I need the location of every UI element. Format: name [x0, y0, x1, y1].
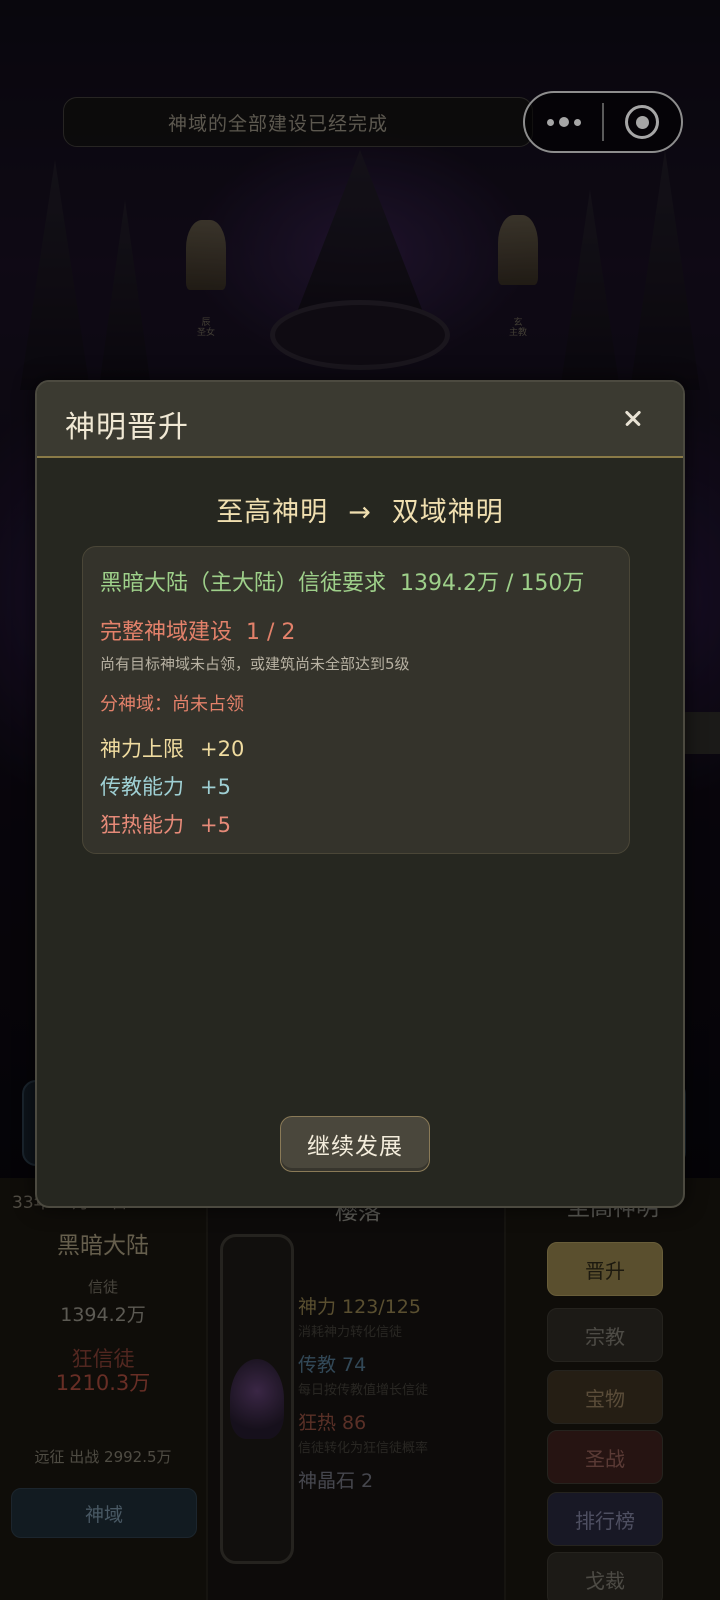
ascension-modal: 神明晋升 至高神明 → 双域神明 黑暗大陆（主大陆）信徒要求 1394.2万 / 15… [35, 380, 685, 1208]
reward-preach: 传教能力 +5 [100, 771, 231, 801]
sub-domain-status: 分神域：尚未占领 [100, 694, 244, 715]
believers-requirement: 黑暗大陆（主大陆）信徒要求 1394.2万 / 150万 [100, 565, 584, 597]
domain-requirement-value: 1 / 2 [246, 620, 296, 645]
close-icon[interactable] [615, 400, 651, 436]
reward-fanatic: 狂热能力 +5 [100, 809, 231, 839]
reward-value: +20 [200, 737, 245, 761]
reward-value: +5 [200, 813, 231, 837]
modal-header: 神明晋升 [37, 382, 683, 458]
modal-title: 神明晋升 [65, 410, 189, 445]
arrow-right-icon: → [348, 497, 372, 528]
believers-requirement-value: 1394.2万 / 150万 [400, 571, 585, 596]
current-rank: 至高神明 [216, 497, 329, 528]
reward-label: 狂热能力 [100, 813, 184, 837]
reward-label: 传教能力 [100, 775, 184, 799]
rank-transition: 至高神明 → 双域神明 [37, 490, 683, 529]
requirements-box: 黑暗大陆（主大陆）信徒要求 1394.2万 / 150万 完整神域建设 1 / 2 … [82, 546, 630, 854]
reward-value: +5 [200, 775, 231, 799]
believers-requirement-label: 黑暗大陆（主大陆）信徒要求 [100, 571, 387, 596]
reward-divine-power: 神力上限 +20 [100, 733, 244, 763]
reward-label: 神力上限 [100, 737, 184, 761]
domain-requirement: 完整神域建设 1 / 2 [100, 614, 295, 646]
continue-button[interactable]: 继续发展 [280, 1116, 430, 1172]
next-rank: 双域神明 [391, 497, 504, 528]
domain-requirement-label: 完整神域建设 [100, 620, 233, 645]
domain-requirement-note: 尚有目标神域未占领，或建筑尚未全部达到5级 [100, 655, 410, 673]
